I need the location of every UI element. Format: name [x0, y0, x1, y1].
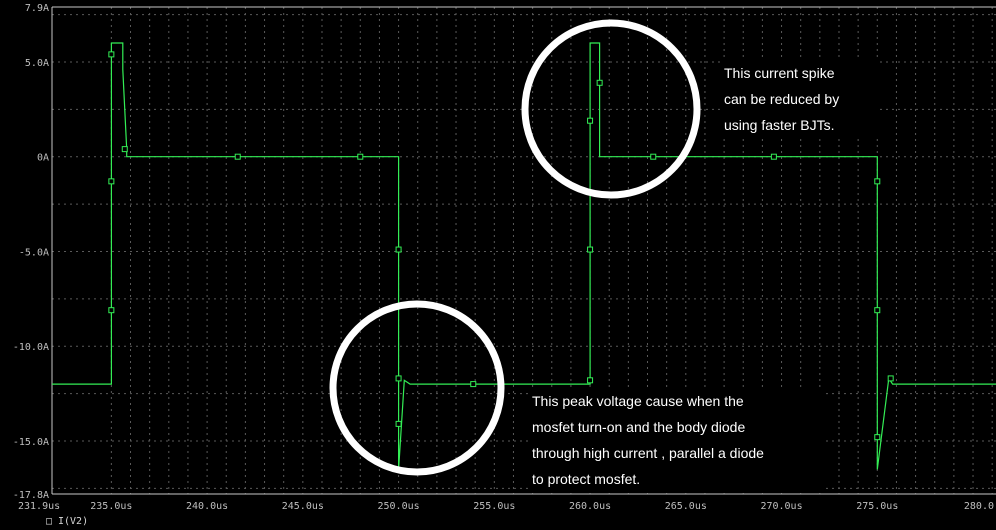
x-tick-label: 245.0us [282, 501, 324, 512]
y-tick-label: -15.0A [13, 437, 49, 448]
data-point-marker [108, 178, 115, 185]
annotation-line: can be reduced by [724, 91, 840, 107]
y-tick-label: -5.0A [19, 247, 49, 258]
data-point-marker [395, 420, 402, 427]
data-point-marker [874, 434, 881, 441]
data-point-marker [587, 246, 594, 253]
x-tick-label: 240.0us [186, 501, 228, 512]
data-point-marker [587, 117, 594, 124]
y-tick-label: -17.8A [13, 490, 49, 501]
x-tick-label: 231.9us [18, 501, 60, 512]
data-point-marker [770, 153, 777, 160]
data-point-marker [108, 307, 115, 314]
x-tick-label: 235.0us [90, 501, 132, 512]
x-tick-labels: 231.9us 235.0us 240.0us 245.0us 250.0us 255.0… [18, 501, 994, 512]
data-point-marker [395, 246, 402, 253]
data-point-marker [121, 146, 128, 153]
annotation-line: to protect mosfet. [532, 471, 641, 487]
annotation-line: This current spike [724, 65, 835, 81]
x-tick-label: 275.0us [856, 501, 898, 512]
y-tick-label: 5.0A [25, 58, 49, 69]
y-tick-label: -10.0A [13, 342, 49, 353]
annotation-current-spike: This current spike can be reduced by usi… [720, 60, 878, 138]
legend-marker-icon: □ [46, 516, 52, 527]
data-point-marker [470, 381, 477, 388]
data-point-marker [650, 153, 657, 160]
x-tick-label: 280.0 [964, 501, 994, 512]
legend-label: I(V2) [58, 516, 88, 527]
data-point-marker [874, 178, 881, 185]
y-tick-label: 0A [37, 153, 49, 164]
x-tick-label: 255.0us [473, 501, 515, 512]
annotation-line: mosfet turn-on and the body diode [532, 419, 746, 435]
x-tick-label: 250.0us [378, 501, 420, 512]
data-point-marker [108, 51, 115, 58]
annotation-line: This peak voltage cause when the [532, 393, 744, 409]
data-point-marker [874, 307, 881, 314]
data-point-marker [587, 377, 594, 384]
data-point-marker [596, 79, 603, 86]
data-point-marker [887, 375, 894, 382]
legend: □ I(V2) [46, 516, 88, 527]
y-tick-label: 7.9A [25, 3, 49, 14]
annotation-line: through high current , parallel a diode [532, 445, 764, 461]
data-point-marker [357, 153, 364, 160]
annotation-peak-voltage: This peak voltage cause when the mosfet … [528, 388, 826, 492]
data-point-marker [395, 375, 402, 382]
annotation-line: using faster BJTs. [724, 117, 835, 133]
x-tick-label: 260.0us [569, 501, 611, 512]
y-tick-labels: 7.9A 5.0A 0A -5.0A -10.0A -15.0A -17.8A [13, 3, 49, 501]
x-tick-label: 270.0us [760, 501, 802, 512]
data-point-marker [234, 153, 241, 160]
highlight-circle-bottom [329, 300, 505, 476]
x-tick-label: 265.0us [665, 501, 707, 512]
